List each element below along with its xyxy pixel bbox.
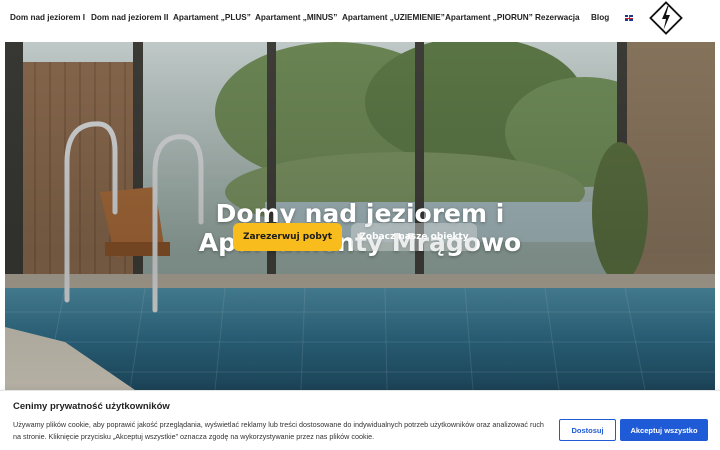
nav-item-apartament-minus[interactable]: Apartament „MINUS” — [255, 13, 337, 22]
cookie-title: Cenimy prywatność użytkowników — [13, 401, 170, 412]
nav-item-dom-2[interactable]: Dom nad jeziorem II — [91, 13, 168, 22]
customize-cookies-button[interactable]: Dostosuj — [559, 419, 616, 441]
book-stay-button[interactable]: Zarezerwuj pobyt — [233, 223, 342, 251]
nav-item-apartament-piorun[interactable]: Apartament „PIORUN” — [445, 13, 533, 22]
nav-item-blog[interactable]: Blog — [591, 13, 609, 22]
accept-all-cookies-button[interactable]: Akceptuj wszystko — [620, 419, 708, 441]
hero-section: Domy nad jeziorem i Apartamenty Mrągowo — [5, 42, 715, 390]
nav-item-rezerwacja[interactable]: Rezerwacja — [535, 13, 580, 22]
nav-item-dom-1[interactable]: Dom nad jeziorem I — [10, 13, 85, 22]
nav-item-apartament-uziemienie[interactable]: Apartament „UZIEMIENIE” — [342, 13, 445, 22]
lightning-bolt-diamond-icon[interactable] — [648, 0, 684, 36]
uk-flag-icon[interactable] — [625, 15, 633, 21]
see-properties-button[interactable]: Zobacz nasze obiekty — [351, 223, 477, 251]
cookie-description: Używamy plików cookie, aby poprawić jako… — [13, 420, 544, 441]
top-navigation: Dom nad jeziorem I Dom nad jeziorem II A… — [0, 0, 720, 38]
nav-item-apartament-plus[interactable]: Apartament „PLUS” — [173, 13, 251, 22]
